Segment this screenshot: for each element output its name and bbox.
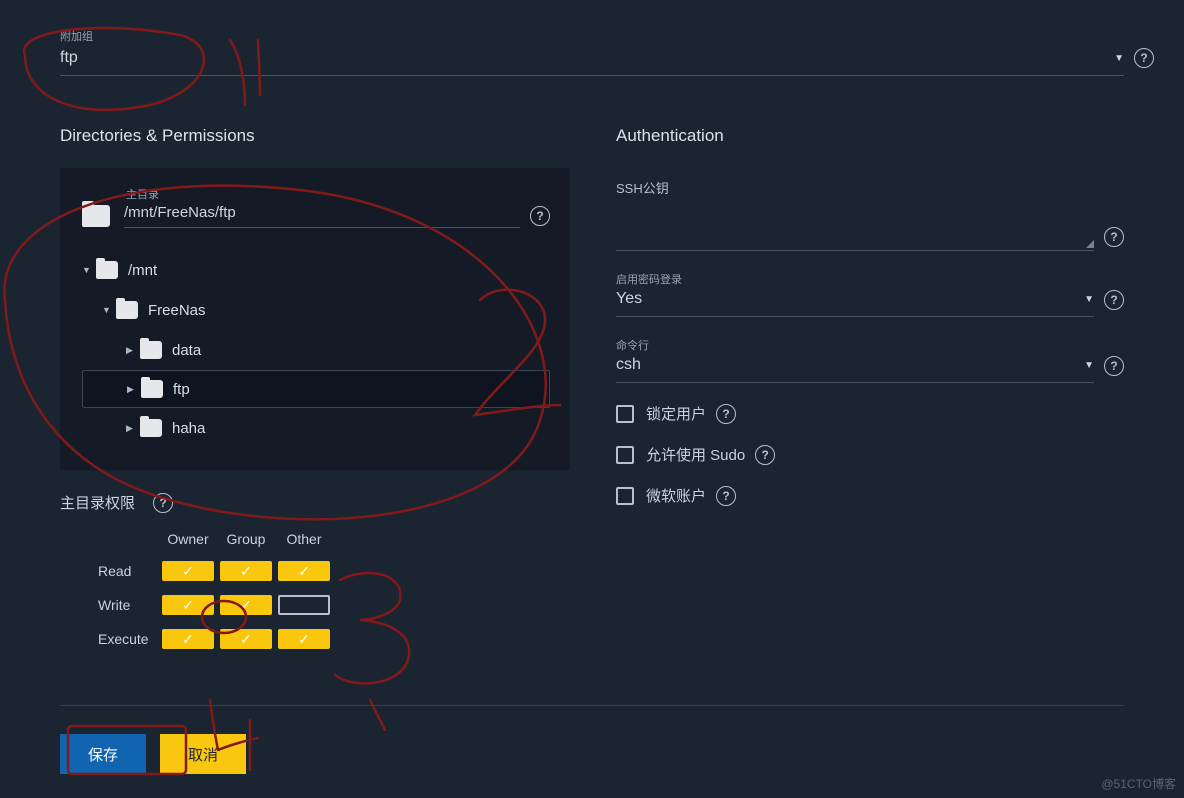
checkbox-read-owner[interactable]: ✓ bbox=[162, 561, 214, 581]
help-icon[interactable]: ? bbox=[716, 486, 736, 506]
lock-user-checkbox-row: 锁定用户 ? bbox=[616, 403, 1124, 424]
help-icon[interactable]: ? bbox=[1134, 48, 1154, 68]
checkbox-read-other[interactable]: ✓ bbox=[278, 561, 330, 581]
ssh-key-label: SSH公钥 bbox=[616, 178, 1124, 197]
ssh-key-textarea[interactable] bbox=[616, 205, 1094, 251]
tree-node-mnt[interactable]: ▼ /mnt bbox=[82, 250, 550, 290]
tree-node-freenas[interactable]: ▼ FreeNas bbox=[82, 290, 550, 330]
authentication-section-title: Authentication bbox=[616, 126, 1124, 146]
footer-actions: 保存 取消 bbox=[60, 705, 1124, 774]
help-icon[interactable]: ? bbox=[1104, 290, 1124, 310]
aux-group-dropdown[interactable]: ftp ▼ bbox=[60, 42, 1124, 76]
cancel-button[interactable]: 取消 bbox=[160, 734, 246, 774]
chevron-right-icon[interactable]: ▶ bbox=[127, 384, 141, 395]
checkbox-write-other[interactable] bbox=[278, 595, 330, 615]
perm-row-execute: Execute ✓ ✓ ✓ bbox=[98, 629, 570, 649]
tree-node-haha[interactable]: ▶ haha bbox=[82, 408, 550, 448]
checkbox-exec-group[interactable]: ✓ bbox=[220, 629, 272, 649]
checkbox-allow-sudo[interactable] bbox=[616, 446, 634, 464]
chevron-down-icon: ▼ bbox=[1114, 53, 1124, 64]
shell-label: 命令行 bbox=[616, 337, 649, 353]
watermark: @51CTO博客 bbox=[1101, 775, 1176, 792]
folder-icon bbox=[82, 205, 110, 227]
permissions-table: Owner Group Other Read ✓ ✓ ✓ Write bbox=[98, 531, 570, 649]
password-login-dropdown[interactable]: Yes ▼ bbox=[616, 283, 1094, 317]
help-icon[interactable]: ? bbox=[1104, 356, 1124, 376]
help-icon[interactable]: ? bbox=[153, 493, 173, 513]
perm-row-read: Read ✓ ✓ ✓ bbox=[98, 561, 570, 581]
chevron-down-icon: ▼ bbox=[1084, 294, 1094, 305]
tree-label: haha bbox=[172, 420, 205, 437]
tree-label: /mnt bbox=[128, 262, 157, 279]
chevron-down-icon[interactable]: ▼ bbox=[82, 265, 96, 275]
tree-node-ftp[interactable]: ▶ ftp bbox=[82, 370, 550, 408]
chevron-down-icon: ▼ bbox=[1084, 360, 1094, 371]
folder-icon bbox=[141, 380, 163, 398]
password-login-label: 启用密码登录 bbox=[616, 271, 682, 287]
tree-label: ftp bbox=[173, 381, 190, 398]
permissions-header: Owner Group Other bbox=[162, 531, 570, 547]
tree-label: data bbox=[172, 342, 201, 359]
shell-field: 命令行 csh ▼ ? bbox=[616, 349, 1124, 383]
folder-icon bbox=[116, 301, 138, 319]
password-login-field: 启用密码登录 Yes ▼ ? bbox=[616, 283, 1124, 317]
checkbox-write-group[interactable]: ✓ bbox=[220, 595, 272, 615]
perm-row-write: Write ✓ ✓ bbox=[98, 595, 570, 615]
microsoft-account-checkbox-row: 微软账户 ? bbox=[616, 485, 1124, 506]
help-icon[interactable]: ? bbox=[755, 445, 775, 465]
home-dir-label: 主目录 bbox=[126, 186, 550, 202]
checkbox-microsoft[interactable] bbox=[616, 487, 634, 505]
save-button[interactable]: 保存 bbox=[60, 734, 146, 774]
allow-sudo-checkbox-row: 允许使用 Sudo ? bbox=[616, 444, 1124, 465]
checkbox-write-owner[interactable]: ✓ bbox=[162, 595, 214, 615]
home-dir-input[interactable]: /mnt/FreeNas/ftp bbox=[124, 204, 520, 228]
folder-icon bbox=[140, 341, 162, 359]
tree-label: FreeNas bbox=[148, 302, 206, 319]
shell-dropdown[interactable]: csh ▼ bbox=[616, 349, 1094, 383]
aux-group-label: 附加组 bbox=[60, 28, 93, 44]
directory-tree: ▼ /mnt ▼ FreeNas ▶ data bbox=[82, 250, 550, 448]
aux-group-value: ftp bbox=[60, 49, 1106, 69]
ssh-key-field: SSH公钥 ? bbox=[616, 178, 1124, 251]
permissions-title: 主目录权限 ? bbox=[60, 492, 570, 513]
checkbox-read-group[interactable]: ✓ bbox=[220, 561, 272, 581]
checkbox-exec-other[interactable]: ✓ bbox=[278, 629, 330, 649]
folder-icon bbox=[140, 419, 162, 437]
chevron-down-icon[interactable]: ▼ bbox=[102, 305, 116, 315]
chevron-right-icon[interactable]: ▶ bbox=[126, 345, 140, 356]
home-directory-box: 主目录 /mnt/FreeNas/ftp ? ▼ /mnt ▼ bbox=[60, 168, 570, 470]
checkbox-lock-user[interactable] bbox=[616, 405, 634, 423]
help-icon[interactable]: ? bbox=[716, 404, 736, 424]
tree-node-data[interactable]: ▶ data bbox=[82, 330, 550, 370]
aux-group-field: 附加组 ftp ▼ ? bbox=[60, 42, 1124, 76]
directories-section-title: Directories & Permissions bbox=[60, 126, 570, 146]
checkbox-exec-owner[interactable]: ✓ bbox=[162, 629, 214, 649]
folder-icon bbox=[96, 261, 118, 279]
help-icon[interactable]: ? bbox=[530, 206, 550, 226]
chevron-right-icon[interactable]: ▶ bbox=[126, 423, 140, 434]
resize-handle-icon[interactable] bbox=[1086, 240, 1094, 248]
help-icon[interactable]: ? bbox=[1104, 227, 1124, 247]
